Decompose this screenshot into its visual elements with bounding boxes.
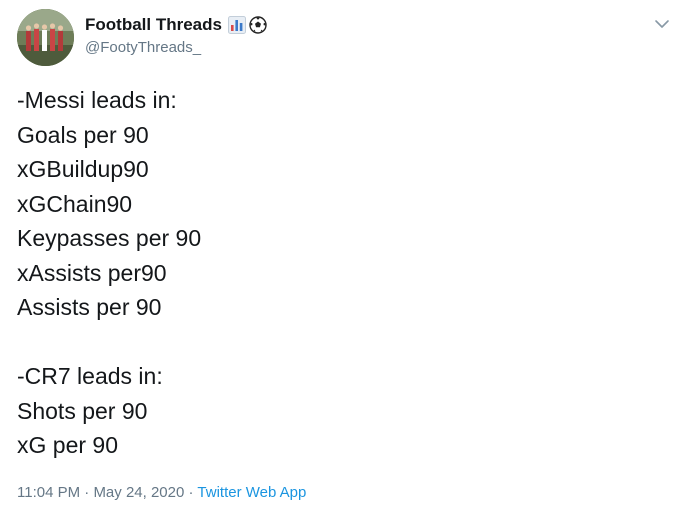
messi-stat: Keypasses per 90 <box>17 225 202 251</box>
bar-chart-icon <box>227 16 246 34</box>
tweet-time[interactable]: 11:04 PM <box>17 484 80 501</box>
name-row: Football Threads <box>85 14 605 36</box>
soccer-ball-icon <box>249 16 267 34</box>
messi-stat: xGChain90 <box>17 190 133 217</box>
tweet-date[interactable]: May 24, 2020 <box>93 484 184 501</box>
more-options-chevron-down-icon[interactable] <box>652 14 672 34</box>
display-name[interactable]: Football Threads <box>85 14 222 36</box>
meta-separator: · <box>188 484 194 501</box>
tweet-text: -Messi leads in: Goals per 90 xGBuildup9… <box>17 83 657 463</box>
messi-stat: Goals per 90 <box>17 121 149 148</box>
cr7-heading: -CR7 leads in: <box>17 363 163 389</box>
tweet-meta: 11:04 PM · May 24, 2020 · Twitter Web Ap… <box>17 483 306 503</box>
cr7-stat: Shots per 90 <box>17 397 148 424</box>
messi-heading: -Messi leads in: <box>17 87 177 113</box>
avatar-image <box>17 9 74 66</box>
tweet-card: Football Threads @FootyThreads_ -Messi l… <box>0 0 690 515</box>
messi-stat: Assists per 90 <box>17 294 162 320</box>
meta-separator: · <box>84 484 90 501</box>
user-handle[interactable]: @FootyThreads_ <box>85 38 605 58</box>
avatar[interactable] <box>17 9 74 66</box>
source-link[interactable]: Twitter Web App <box>197 484 306 501</box>
cr7-stat: xG per 90 <box>17 432 118 458</box>
messi-stat: xAssists per90 <box>17 259 167 286</box>
messi-stat: xGBuildup90 <box>17 156 149 182</box>
author-block: Football Threads @FootyThreads_ <box>85 14 605 58</box>
